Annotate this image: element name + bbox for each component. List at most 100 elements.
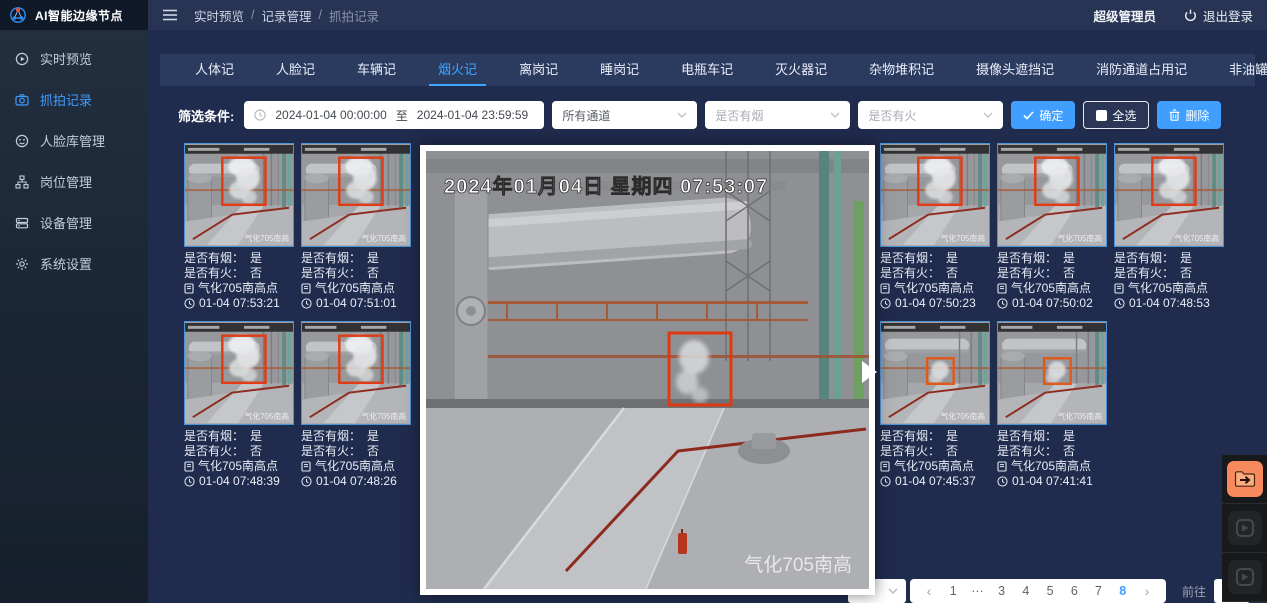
capture-thumbnail[interactable] [301,143,411,247]
page-button[interactable]: 7 [1092,584,1106,598]
date-range-input[interactable]: 2024-01-04 00:00:00 至 2024-01-04 23:59:5… [244,101,544,129]
page-button[interactable]: 1 [946,584,960,598]
breadcrumb-separator: / [251,8,254,22]
sidebar-item-device-management[interactable]: 设备管理 [0,202,148,243]
capture-grid-left: 是否有烟：是 是否有火：否 气化705南高点 01-04 07:53:21 是否… [184,143,411,489]
capture-card[interactable]: 是否有烟：是 是否有火：否 气化705南高点 01-04 07:53:21 [184,143,294,311]
menu-toggle-icon[interactable] [162,8,178,22]
sidebar-item-system-settings[interactable]: 系统设置 [0,243,148,284]
fire-value: 否 [1180,266,1192,281]
delete-button[interactable]: 删除 [1157,101,1221,129]
capture-thumbnail[interactable] [184,143,294,247]
record-type-tabs: 人体记 人脸记 车辆记 烟火记 离岗记 睡岗记 电瓶车记 灭火器记 杂物堆积记 … [160,54,1255,86]
tab-sleeping[interactable]: 睡岗记 [579,54,660,86]
prev-page-button[interactable]: ‹ [922,583,936,599]
capture-card[interactable]: 是否有烟：是 是否有火：否 气化705南高点 01-04 07:50:02 [997,143,1107,311]
capture-time: 01-04 07:48:39 [199,474,280,489]
capture-card[interactable]: 是否有烟：是 是否有火：否 气化705南高点 01-04 07:48:39 [184,321,294,489]
app-logo-row: AI智能边缘节点 [0,0,148,30]
trash-icon [1169,109,1180,121]
fire-value: 否 [1063,266,1075,281]
tab-clutter[interactable]: 杂物堆积记 [848,54,955,86]
open-folder-button[interactable] [1222,455,1267,504]
tab-face[interactable]: 人脸记 [255,54,336,86]
sidebar-item-post-management[interactable]: 岗位管理 [0,161,148,202]
capture-card[interactable]: 是否有烟：是 是否有火：否 气化705南高点 01-04 07:48:53 [1114,143,1224,311]
page-button[interactable]: 4 [1019,584,1033,598]
document-icon [997,461,1007,472]
preview-image[interactable]: 2024年01月04日 星期四 07:53:07 气化705南高 [426,151,869,589]
clock-icon [301,298,312,309]
clock-icon [184,476,195,487]
capture-thumbnail[interactable] [184,321,294,425]
tab-extinguisher[interactable]: 灭火器记 [754,54,848,86]
page-button[interactable]: 6 [1067,584,1081,598]
capture-time: 01-04 07:48:26 [316,474,397,489]
sidebar: AI智能边缘节点 实时预览 抓拍记录 [0,0,148,603]
confirm-label: 确定 [1039,107,1063,124]
next-page-button[interactable]: › [1140,583,1154,599]
clock-icon [880,298,891,309]
capture-card[interactable]: 是否有烟：是 是否有火：否 气化705南高点 01-04 07:50:23 [880,143,990,311]
capture-card[interactable]: 是否有烟：是 是否有火：否 气化705南高点 01-04 07:41:41 [997,321,1107,489]
breadcrumb-item[interactable]: 实时预览 [194,6,244,25]
document-icon [301,461,311,472]
smoke-select[interactable]: 是否有烟 [705,101,850,129]
page-button[interactable]: 5 [1043,584,1057,598]
sidebar-item-face-library[interactable]: 人脸库管理 [0,120,148,161]
clock-icon [997,476,1008,487]
fire-value: 否 [367,266,379,281]
tab-non-tanker[interactable]: 非油罐车违停记 [1208,54,1267,86]
video-tool-button[interactable] [1222,504,1267,553]
capture-thumbnail[interactable] [997,321,1107,425]
select-all-button[interactable]: 全选 [1083,101,1149,129]
fire-value: 否 [946,266,958,281]
smoke-value: 是 [946,251,958,266]
sidebar-item-label: 系统设置 [40,254,92,273]
face-library-icon [15,134,29,148]
confirm-button[interactable]: 确定 [1011,101,1075,129]
breadcrumb-item-current: 抓拍记录 [329,6,379,25]
tab-off-post[interactable]: 离岗记 [498,54,579,86]
chevron-down-icon [830,112,840,118]
video-tool-button[interactable] [1222,553,1267,602]
fire-label: 是否有火： [184,444,244,459]
select-all-checkbox [1096,110,1107,121]
fire-select[interactable]: 是否有火 [858,101,1003,129]
fire-value: 否 [946,444,958,459]
capture-thumbnail[interactable] [301,321,411,425]
tab-smoke-fire[interactable]: 烟火记 [417,54,498,86]
capture-card[interactable]: 是否有烟：是 是否有火：否 气化705南高点 01-04 07:48:26 [301,321,411,489]
fire-label: 是否有火： [301,266,361,281]
breadcrumb: 实时预览 / 记录管理 / 抓拍记录 [194,6,379,25]
tab-human[interactable]: 人体记 [174,54,255,86]
preview-watermark: 气化705南高 [744,554,852,576]
capture-thumbnail[interactable] [880,143,990,247]
smoke-value: 是 [1063,251,1075,266]
page-button-active[interactable]: 8 [1116,584,1130,598]
capture-card[interactable]: 是否有烟：是 是否有火：否 气化705南高点 01-04 07:45:37 [880,321,990,489]
tab-ebike[interactable]: 电瓶车记 [660,54,754,86]
sidebar-item-live-preview[interactable]: 实时预览 [0,38,148,79]
breadcrumb-item[interactable]: 记录管理 [262,6,312,25]
next-image-arrow[interactable] [862,361,877,383]
smoke-label: 是否有烟： [184,429,244,444]
fire-value: 否 [250,444,262,459]
tab-vehicle[interactable]: 车辆记 [336,54,417,86]
filter-label: 筛选条件: [178,106,234,125]
channel-select[interactable]: 所有通道 [552,101,697,129]
smoke-value: 是 [367,251,379,266]
capture-thumbnail[interactable] [1114,143,1224,247]
page-ellipsis[interactable]: ··· [970,584,984,598]
page-button[interactable]: 3 [995,584,1009,598]
logout-button[interactable]: 退出登录 [1184,6,1253,25]
document-icon [301,283,311,294]
capture-thumbnail[interactable] [997,143,1107,247]
document-icon [997,283,1007,294]
capture-thumbnail[interactable] [880,321,990,425]
sidebar-item-capture-records[interactable]: 抓拍记录 [0,79,148,120]
capture-card[interactable]: 是否有烟：是 是否有火：否 气化705南高点 01-04 07:51:01 [301,143,411,311]
tab-camera-blocked[interactable]: 摄像头遮挡记 [955,54,1075,86]
fire-value: 否 [367,444,379,459]
tab-fire-lane[interactable]: 消防通道占用记 [1075,54,1208,86]
